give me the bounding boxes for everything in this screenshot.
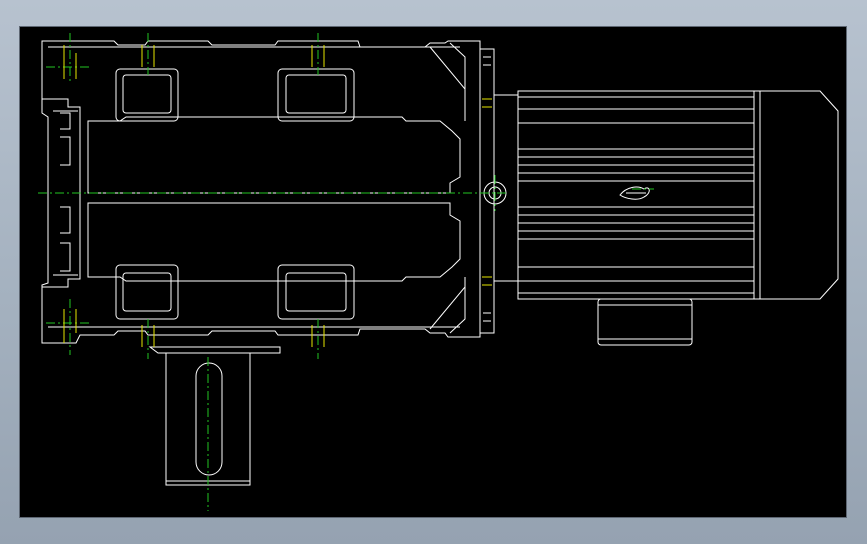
gear-chamber (87, 116, 461, 194)
housing-rim (48, 46, 460, 328)
shaft-flange (148, 346, 281, 354)
bearing-pocket-upper-left-inner (122, 74, 172, 114)
viewer-window (0, 0, 867, 544)
motor-frame (517, 90, 755, 300)
bearing-pocket-lower-left-inner (122, 272, 172, 312)
motor-fins (518, 108, 754, 282)
flange-bolts (483, 56, 491, 322)
cad-viewport[interactable] (20, 27, 846, 517)
output-shaft (148, 346, 281, 486)
cad-drawing (38, 33, 839, 511)
gearbox-housing (41, 40, 481, 344)
bolt-marker-flange (482, 98, 492, 286)
shaft-keyway (195, 362, 223, 476)
bearing-pocket-lower-right-inner (285, 272, 347, 312)
gear-chamber-lower (87, 202, 461, 282)
flange-plate (479, 48, 495, 334)
gearbox-outline (41, 40, 481, 344)
housing-fillets (429, 46, 466, 330)
motor-frame-edges (518, 96, 754, 294)
terminal-box-lines (598, 304, 692, 340)
bearing-pocket-upper-right-inner (285, 74, 347, 114)
motor-flange (479, 48, 519, 334)
terminal-box (597, 298, 693, 346)
left-bolt-slots (60, 112, 71, 272)
motor-body (517, 90, 755, 300)
motor-fan-cover (754, 90, 839, 300)
